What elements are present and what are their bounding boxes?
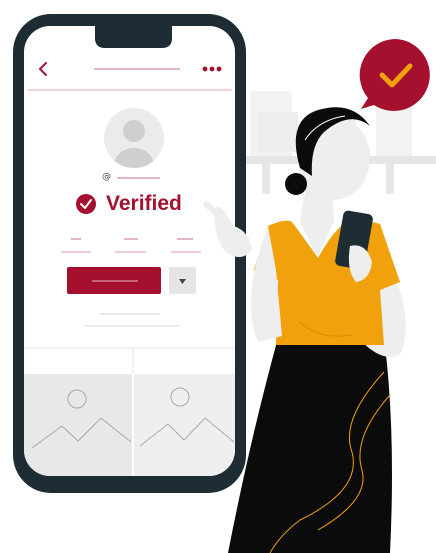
check-circle-icon (76, 194, 96, 214)
primary-action-button[interactable] (67, 267, 161, 294)
more-dots-icon (202, 66, 222, 72)
skirt (228, 338, 392, 553)
image-placeholder-left[interactable] (24, 374, 132, 476)
phone-notch (95, 26, 172, 48)
dropdown-button[interactable] (169, 267, 196, 294)
verified-status-label: Verified (106, 192, 182, 215)
checkmark-speech-bubble-icon (359, 38, 430, 111)
handle-prefix: @ (102, 172, 111, 182)
image-placeholder-right[interactable] (134, 374, 235, 476)
hair-bun (285, 173, 307, 195)
verified-profile-illustration (13, 14, 436, 553)
smartphone (13, 14, 246, 493)
menu-button[interactable] (202, 66, 222, 72)
